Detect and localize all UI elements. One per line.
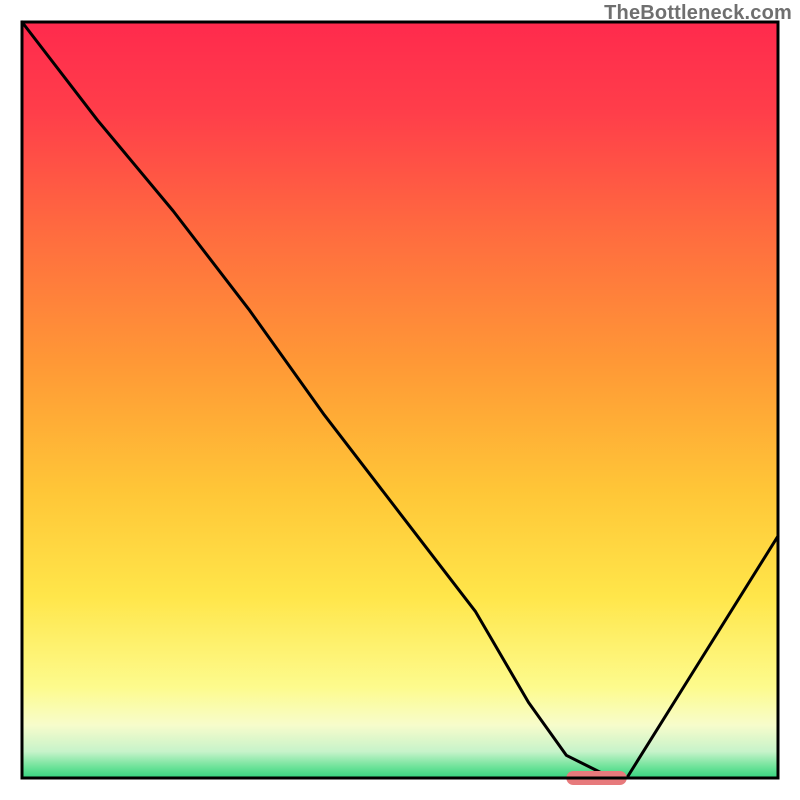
- chart-stage: TheBottleneck.com: [0, 0, 800, 800]
- watermark-text: TheBottleneck.com: [604, 2, 792, 25]
- bottleneck-chart: [0, 0, 800, 800]
- gradient-background: [22, 22, 778, 778]
